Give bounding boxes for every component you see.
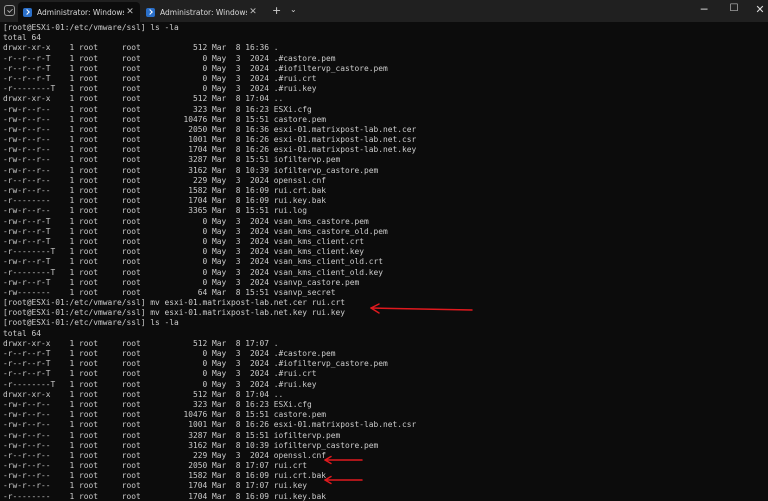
terminal-line: -rw-r--r-- 1 root root 323 Mar 8 16:23 E… — [3, 104, 312, 114]
terminal-app-icon[interactable] — [4, 5, 15, 16]
terminal-line: -rw-r--r-T 1 root root 0 May 3 2024 vsan… — [3, 257, 384, 267]
terminal-line: -rw-r--r-- 1 root root 3162 Mar 8 10:39 … — [3, 440, 379, 450]
terminal-line: -r--------T 1 root root 0 May 3 2024 .#r… — [3, 84, 317, 94]
terminal-line: -rw-r--r-- 1 root root 2050 Mar 8 16:36 … — [3, 124, 417, 134]
terminal-line: -rw-r--r-T 1 root root 0 May 3 2024 vsan… — [3, 277, 360, 287]
terminal-line: drwxr-xr-x 1 root root 512 Mar 8 17:04 .… — [3, 389, 284, 399]
terminal-line: -r--r--r-T 1 root root 0 May 3 2024 .#ru… — [3, 73, 317, 83]
new-tab-button[interactable]: + — [272, 4, 281, 17]
tab-title: Administrator: Windows Powe — [160, 7, 247, 17]
annotation-arrow-icon — [370, 303, 473, 314]
terminal-line: -rw-r--r-- 1 root root 10476 Mar 8 15:51… — [3, 114, 327, 124]
terminal-line: -r--r--r-- 1 root root 229 May 3 2024 op… — [3, 175, 327, 185]
terminal-line: -rw-r--r-- 1 root root 323 Mar 8 16:23 E… — [3, 399, 312, 409]
terminal-line: -r--r--r-T 1 root root 0 May 3 2024 .#ru… — [3, 369, 317, 379]
terminal-line: -r-------- 1 root root 1704 Mar 8 16:09 … — [3, 491, 327, 501]
terminal-line: -rw-r--r-- 1 root root 2050 Mar 8 17:07 … — [3, 461, 308, 471]
terminal-line: total 64 — [3, 328, 42, 338]
terminal-output[interactable]: [root@ESXi-01:/etc/vmware/ssl] ls -la tot… — [3, 23, 768, 501]
terminal-line: -rw-r--r-- 1 root root 3162 Mar 8 10:39 … — [3, 165, 379, 175]
terminal-line: drwxr-xr-x 1 root root 512 Mar 8 17:04 .… — [3, 94, 284, 104]
powershell-icon — [146, 7, 155, 17]
tab-close-icon[interactable]: ✕ — [247, 7, 259, 17]
terminal-line: -rw-r--r-- 1 root root 3287 Mar 8 15:51 … — [3, 430, 341, 440]
terminal-line: -rw------- 1 root root 64 Mar 8 15:51 vs… — [3, 287, 336, 297]
terminal-line: [root@ESXi-01:/etc/vmware/ssl] ls -la — [3, 318, 179, 328]
tab-dropdown-icon[interactable]: ⌄ — [290, 5, 297, 14]
title-bar: Administrator: Windows Powe ✕ Administra… — [0, 0, 768, 22]
terminal-line: -rw-r--r-T 1 root root 0 May 3 2024 vsan… — [3, 216, 369, 226]
terminal-line: -rw-r--r-- 1 root root 1001 Mar 8 16:26 … — [3, 135, 417, 145]
terminal-line: -rw-r--r-- 1 root root 3287 Mar 8 15:51 … — [3, 155, 341, 165]
terminal-line: -r--r--r-- 1 root root 229 May 3 2024 op… — [3, 450, 327, 460]
terminal-line: total 64 — [3, 33, 42, 43]
tab-close-icon[interactable]: ✕ — [124, 7, 136, 17]
maximize-button[interactable]: ☐ — [724, 3, 744, 14]
terminal-line: -r--------T 1 root root 0 May 3 2024 vsa… — [3, 267, 384, 277]
terminal-line: -r--------T 1 root root 0 May 3 2024 .#r… — [3, 379, 317, 389]
powershell-icon — [23, 7, 32, 17]
terminal-line: -rw-r--r-- 1 root root 1704 Mar 8 17:07 … — [3, 481, 308, 491]
terminal-line: -rw-r--r-- 1 root root 1582 Mar 8 16:09 … — [3, 186, 327, 195]
terminal-line: -r--r--r-T 1 root root 0 May 3 2024 .#io… — [3, 359, 388, 369]
terminal-line: -r--r--r-T 1 root root 0 May 3 2024 .#ca… — [3, 53, 336, 63]
tab-title: Administrator: Windows Powe — [37, 7, 124, 17]
terminal-line: -rw-r--r-- 1 root root 1704 Mar 8 16:26 … — [3, 145, 417, 155]
annotation-arrow-icon — [324, 455, 363, 465]
minimize-button[interactable]: ─ — [694, 3, 714, 16]
terminal-line: -rw-r--r-T 1 root root 0 May 3 2024 vsan… — [3, 226, 388, 236]
terminal-line: -rw-r--r-- 1 root root 10476 Mar 8 15:51… — [3, 410, 327, 420]
terminal-line: -rw-r--r-T 1 root root 0 May 3 2024 vsan… — [3, 236, 365, 246]
tab-powershell-2[interactable]: Administrator: Windows Powe ✕ — [141, 2, 263, 22]
tab-powershell-1[interactable]: Administrator: Windows Powe ✕ — [18, 2, 140, 22]
terminal-line: -rw-r--r-- 1 root root 1001 Mar 8 16:26 … — [3, 420, 417, 430]
terminal-line: -r--r--r-T 1 root root 0 May 3 2024 .#io… — [3, 63, 388, 73]
terminal-line: drwxr-xr-x 1 root root 512 Mar 8 17:07 . — [3, 338, 279, 348]
terminal-line: -r--------T 1 root root 0 May 3 2024 vsa… — [3, 247, 365, 257]
terminal-line: drwxr-xr-x 1 root root 512 Mar 8 16:36 . — [3, 43, 279, 53]
annotation-arrow-icon — [324, 475, 363, 485]
terminal-line: -r--r--r-T 1 root root 0 May 3 2024 .#ca… — [3, 349, 336, 358]
terminal-line: -rw-r--r-- 1 root root 1582 Mar 8 16:09 … — [3, 471, 327, 481]
close-window-button[interactable]: ✕ — [750, 3, 768, 16]
terminal-line: -r-------- 1 root root 1704 Mar 8 16:09 … — [3, 196, 327, 206]
terminal-line: [root@ESXi-01:/etc/vmware/ssl] ls -la — [3, 23, 179, 32]
terminal-line: -rw-r--r-- 1 root root 3365 Mar 8 15:51 … — [3, 206, 308, 216]
